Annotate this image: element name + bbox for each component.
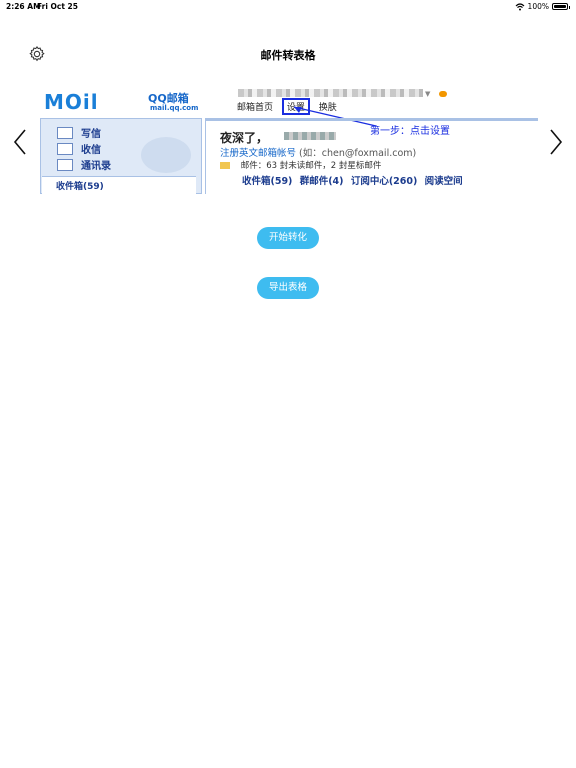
compose-icon (57, 126, 73, 139)
caret-down-icon: ▼ (425, 90, 431, 98)
greeting: 夜深了， (220, 131, 269, 145)
mail-header: MOil QQ邮箱 mail.qq.com ▼ 邮箱首页 设置 换肤 (38, 82, 538, 127)
mail-main: 夜深了， 注册英文邮箱帐号 (如：chen@foxmail.com) 邮件：63… (205, 118, 538, 194)
carousel-image: MOil QQ邮箱 mail.qq.com ▼ 邮箱首页 设置 换肤 第一步：点… (38, 82, 538, 194)
status-date: Fri Oct 25 (37, 2, 78, 11)
page-title: 邮件转表格 (260, 49, 316, 62)
status-bar: 2:26 AM Fri Oct 25 100% (0, 0, 576, 14)
receive-icon (57, 142, 73, 155)
sidebar-item-contacts: 通讯录 (57, 157, 111, 172)
envelope-icon (220, 162, 230, 169)
blurred-name (284, 132, 336, 140)
sidebar-item-compose: 写信 (57, 125, 101, 140)
product-domain: mail.qq.com (150, 104, 199, 112)
blurred-account (238, 89, 423, 97)
chevron-right-icon[interactable] (548, 128, 564, 156)
status-right: 100% (515, 2, 570, 11)
register-line: 注册英文邮箱帐号 (如：chen@foxmail.com) (220, 148, 417, 159)
contacts-icon (57, 158, 73, 171)
status-time: 2:26 AM (6, 2, 41, 11)
export-table-button[interactable]: 导出表格 (257, 277, 319, 299)
sidebar-inbox: 收件箱(59) (42, 176, 196, 194)
mascot-image (141, 137, 191, 173)
link-home: 邮箱首页 (237, 103, 274, 113)
folder-links: 收件箱(59) 群邮件(4) 订阅中心(260) 阅读空间 (242, 176, 463, 187)
wifi-icon (515, 2, 524, 10)
start-convert-button[interactable]: 开始转化 (257, 227, 319, 249)
battery-label: 100% (527, 2, 549, 11)
mail-info: 邮件：63 封未读邮件，2 封星标邮件 (220, 159, 381, 171)
battery-icon (552, 3, 570, 10)
chevron-left-icon[interactable] (12, 128, 28, 156)
sidebar-item-receive: 收信 (57, 141, 101, 156)
notification-dot (439, 91, 447, 97)
brand-logo: MOil (44, 90, 99, 114)
